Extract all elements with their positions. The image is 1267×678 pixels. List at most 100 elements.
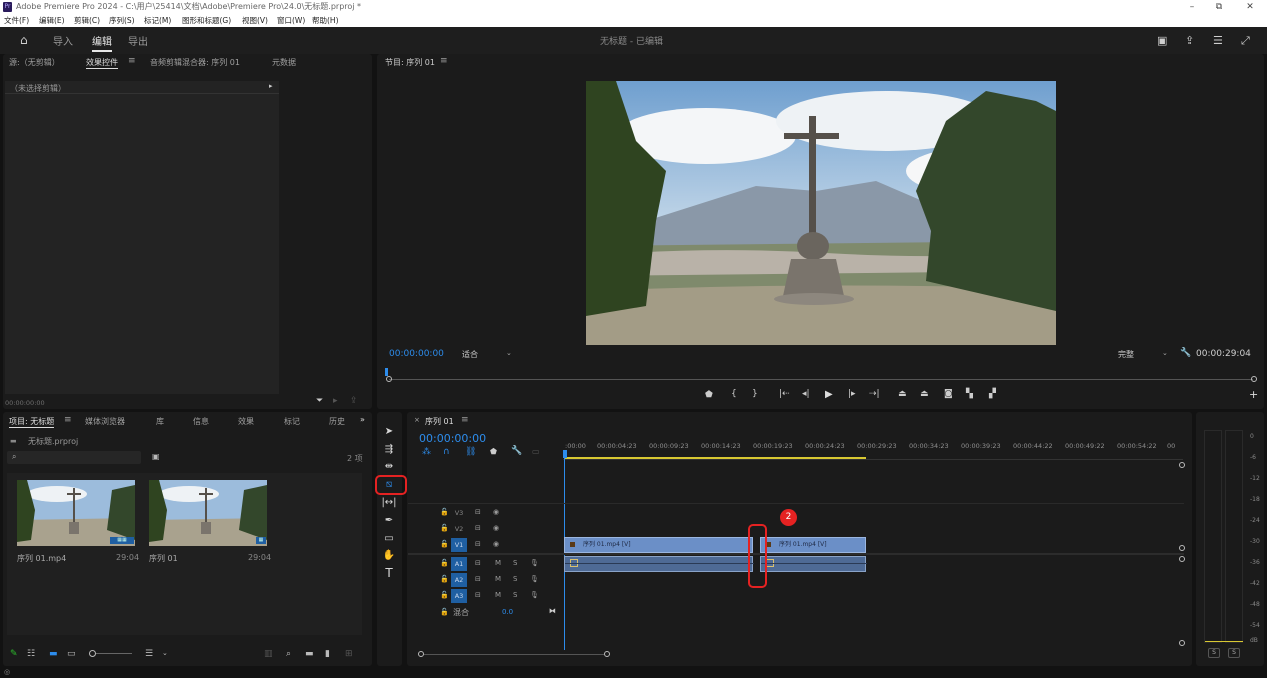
- captions-icon[interactable]: ▭: [532, 447, 540, 456]
- home-icon[interactable]: ⌂: [20, 33, 28, 47]
- menu-sequence[interactable]: 序列(S): [109, 14, 135, 27]
- write-protect-icon[interactable]: ✎: [10, 649, 18, 659]
- filter-icon[interactable]: ⏷: [316, 396, 323, 406]
- type-tool-icon[interactable]: T: [381, 567, 397, 580]
- menu-clip[interactable]: 剪辑(C): [74, 14, 100, 27]
- panel-menu-icon[interactable]: ≡: [64, 415, 72, 425]
- vscroll-handle[interactable]: [1179, 545, 1185, 551]
- quality-select[interactable]: 完整: [1118, 349, 1134, 360]
- solo-button[interactable]: S: [513, 559, 517, 567]
- hscroll-handle-right[interactable]: [604, 651, 610, 657]
- workspace-icon[interactable]: ▣: [1157, 34, 1167, 47]
- video-clip[interactable]: 序列 01.mp4 [V]: [564, 537, 753, 553]
- solo-left-button[interactable]: S: [1208, 648, 1220, 658]
- program-timecode[interactable]: 00:00:00:00: [389, 349, 444, 359]
- chevron-down-icon[interactable]: ⌄: [506, 349, 512, 357]
- go-to-in-icon[interactable]: |⇠: [779, 389, 790, 399]
- tab-metadata[interactable]: 元数据: [272, 57, 296, 68]
- new-item-icon[interactable]: ▮: [325, 649, 330, 659]
- timeline-timecode[interactable]: 00:00:00:00: [419, 432, 486, 445]
- proxy-toggle-icon[interactable]: ▞: [989, 389, 996, 399]
- lock-icon[interactable]: 🔓: [440, 559, 449, 567]
- camera-icon[interactable]: ◙: [944, 389, 953, 399]
- track-select-tool-icon[interactable]: ⇶: [381, 443, 397, 456]
- track-name-v3[interactable]: V3: [451, 506, 467, 520]
- lift-icon[interactable]: ⏏: [898, 389, 907, 399]
- video-clip[interactable]: 序列 01.mp4 [V]: [760, 537, 866, 553]
- work-area-bar[interactable]: [564, 457, 866, 459]
- tab-history[interactable]: 历史: [329, 416, 345, 427]
- fullscreen-icon[interactable]: ⤢: [1241, 34, 1250, 48]
- add-button-icon[interactable]: +: [1249, 388, 1258, 401]
- step-forward-icon[interactable]: |▸: [848, 389, 856, 399]
- tab-audio-clip-mixer[interactable]: 音频剪辑混合器: 序列 01: [150, 57, 240, 68]
- panel-menu-icon[interactable]: ≡: [461, 415, 469, 425]
- share-icon[interactable]: ⇪: [1185, 34, 1194, 47]
- mute-button[interactable]: M: [495, 591, 501, 599]
- sort-icon[interactable]: ☰: [145, 649, 153, 659]
- tab-media-browser[interactable]: 媒体浏览器: [85, 416, 125, 427]
- track-name-v2[interactable]: V2: [451, 522, 467, 536]
- play-icon[interactable]: ▶: [825, 389, 833, 400]
- find-icon[interactable]: ⌕: [286, 649, 291, 659]
- project-item-name[interactable]: 序列 01: [149, 553, 178, 564]
- tab-markers[interactable]: 标记: [284, 416, 300, 427]
- mix-jump-icon[interactable]: ⧓: [549, 607, 556, 615]
- nest-toggle-icon[interactable]: ⁂: [422, 447, 431, 457]
- lock-icon[interactable]: 🔓: [440, 508, 449, 516]
- toggle-sync-icon[interactable]: ⊟: [475, 508, 481, 516]
- lock-icon[interactable]: 🔓: [440, 591, 449, 599]
- tab-effect-controls[interactable]: 效果控件: [86, 57, 118, 69]
- menu-graphics[interactable]: 图形和标题(G): [182, 14, 231, 27]
- panel-menu-icon[interactable]: ☰: [1213, 34, 1223, 47]
- close-button[interactable]: ✕: [1238, 0, 1262, 14]
- toggle-sync-icon[interactable]: ⊟: [475, 575, 481, 583]
- hand-tool-icon[interactable]: ✋: [381, 549, 397, 562]
- microphone-icon[interactable]: 🎙: [530, 575, 539, 583]
- mark-in-icon[interactable]: {: [731, 389, 737, 399]
- program-scrub-bar[interactable]: [385, 368, 1259, 382]
- hscroll-track[interactable]: [424, 654, 604, 655]
- close-tab-icon[interactable]: ×: [414, 416, 420, 424]
- microphone-icon[interactable]: 🎙: [530, 559, 539, 567]
- eye-icon[interactable]: ◉: [493, 540, 499, 548]
- chevron-down-icon[interactable]: ⌄: [162, 649, 168, 657]
- freeform-view-icon[interactable]: ▭: [67, 649, 76, 659]
- audio-clip[interactable]: [760, 556, 867, 572]
- tab-effects[interactable]: 效果: [238, 416, 254, 427]
- mute-button[interactable]: M: [495, 575, 501, 583]
- tab-import[interactable]: 导入: [53, 33, 73, 48]
- project-search-input[interactable]: ⌕: [7, 451, 141, 464]
- step-back-icon[interactable]: ◂|: [802, 389, 810, 399]
- go-to-out-icon[interactable]: ⇢|: [869, 389, 880, 399]
- list-view-icon[interactable]: ☷: [27, 649, 35, 659]
- lock-icon[interactable]: 🔓: [440, 575, 449, 583]
- playhead[interactable]: [385, 368, 388, 376]
- selection-tool-icon[interactable]: ➤: [381, 425, 397, 438]
- eye-icon[interactable]: ◉: [493, 524, 499, 532]
- audio-clip[interactable]: [564, 556, 754, 572]
- play-only-audio-icon[interactable]: ▸: [333, 396, 338, 406]
- extract-icon[interactable]: ⏏: [920, 389, 929, 399]
- mute-button[interactable]: M: [495, 559, 501, 567]
- chevron-down-icon[interactable]: ⌄: [1162, 349, 1168, 357]
- automate-icon[interactable]: ▥: [264, 649, 273, 659]
- tab-libraries[interactable]: 库: [156, 416, 164, 427]
- comparison-view-icon[interactable]: ▚: [966, 389, 973, 399]
- zoom-slider-handle[interactable]: [89, 650, 96, 657]
- ripple-edit-tool-icon[interactable]: ⇹: [381, 460, 397, 473]
- fit-select[interactable]: 适合: [462, 349, 478, 360]
- rectangle-tool-icon[interactable]: ▭: [381, 532, 397, 545]
- zoom-handle-left[interactable]: [386, 376, 392, 382]
- lock-icon[interactable]: 🔓: [440, 608, 449, 616]
- icon-view-icon[interactable]: ▬: [49, 649, 58, 659]
- solo-button[interactable]: S: [513, 575, 517, 583]
- tab-project[interactable]: 项目: 无标题: [9, 416, 55, 428]
- project-item-name[interactable]: 序列 01.mp4: [17, 553, 66, 564]
- tab-edit[interactable]: 编辑: [92, 33, 112, 52]
- volume-line[interactable]: [761, 563, 867, 564]
- menu-markers[interactable]: 标记(M): [144, 14, 171, 27]
- add-marker-icon[interactable]: ⬟: [705, 390, 713, 400]
- mark-out-icon[interactable]: }: [752, 389, 758, 399]
- toggle-sync-icon[interactable]: ⊟: [475, 559, 481, 567]
